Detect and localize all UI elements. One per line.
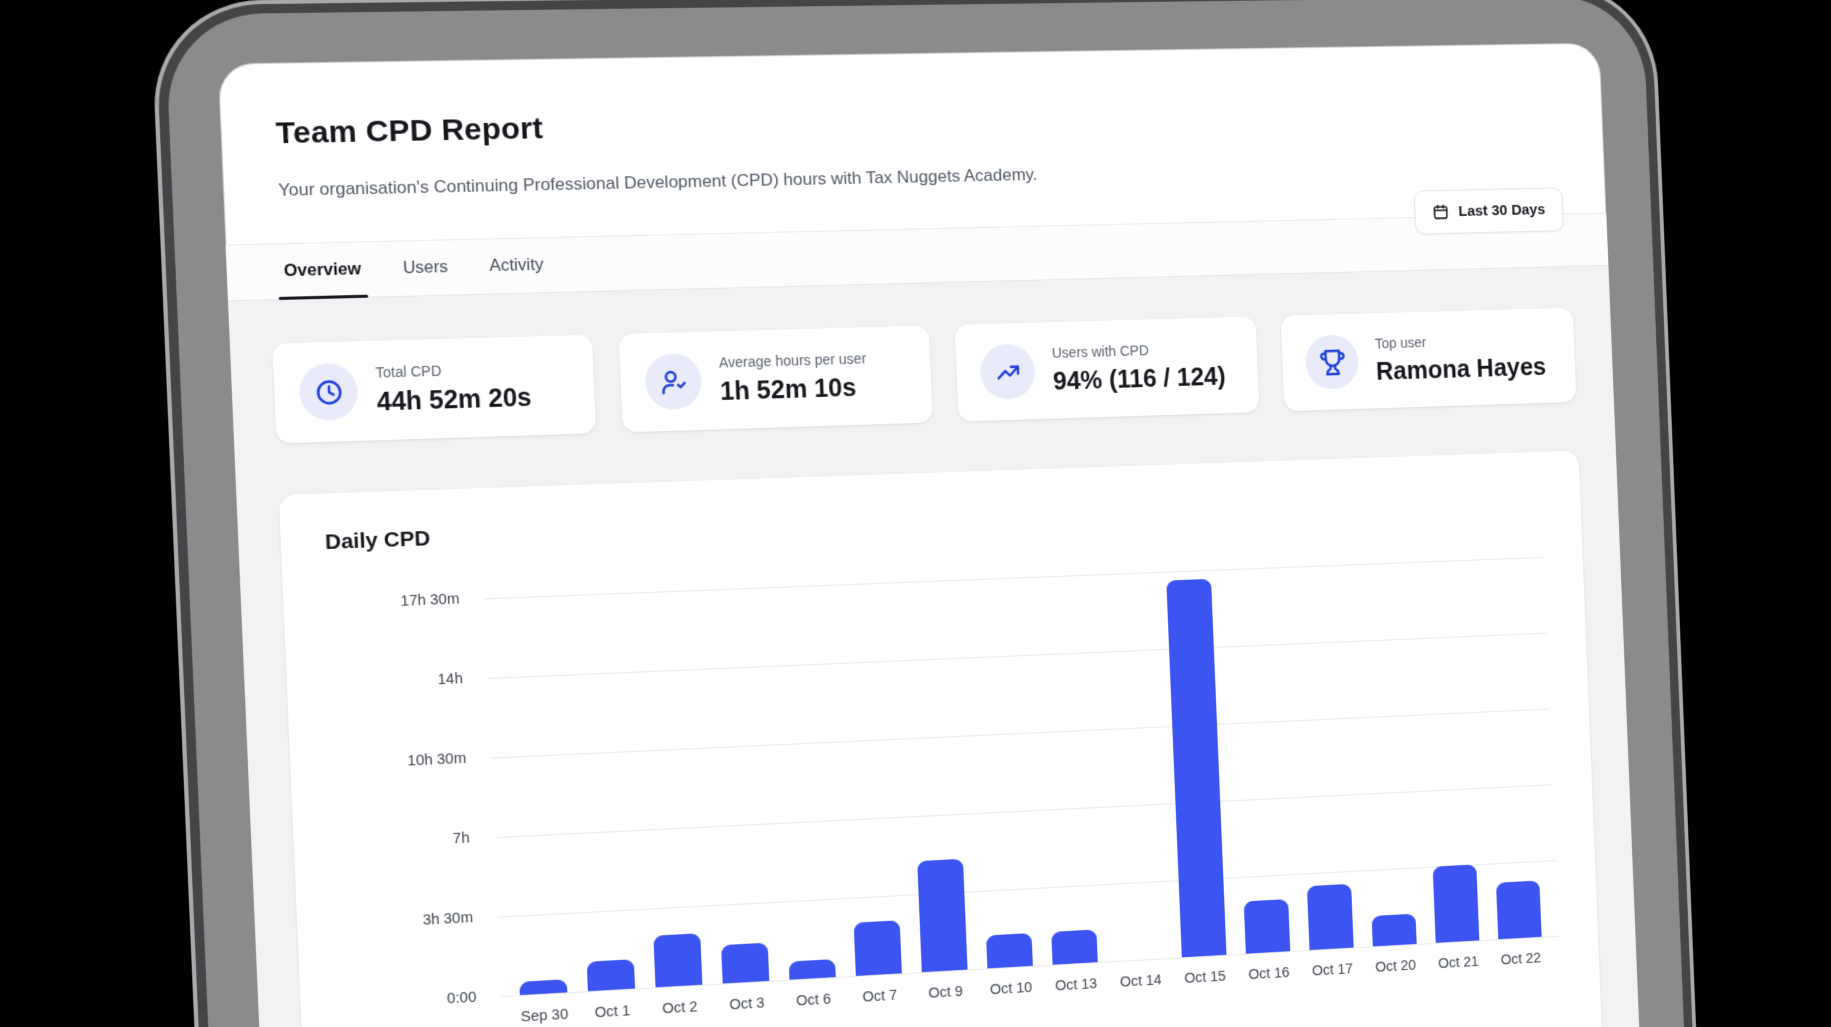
tab-users[interactable]: Users — [400, 240, 451, 295]
bar-sep-30 — [519, 979, 567, 995]
x-axis-tick: Oct 7 — [846, 987, 913, 1007]
bar-oct-17 — [1307, 884, 1354, 950]
chart-plot: 0:003h 30m7h10h 30m14h17h 30m — [484, 557, 1558, 996]
x-axis-tick: Oct 10 — [978, 979, 1044, 999]
bar-oct-6 — [789, 959, 836, 980]
stat-card-top-user: Top user Ramona Hayes — [1281, 308, 1577, 412]
stat-value: Ramona Hayes — [1376, 353, 1547, 386]
y-axis-tick: 14h — [331, 671, 463, 693]
page-subtitle: Your organisation's Continuing Professio… — [278, 163, 1054, 202]
bar-oct-2 — [653, 933, 702, 987]
stat-card-text: Average hours per user 1h 52m 10s — [719, 350, 868, 407]
x-axis-tick: Oct 9 — [912, 983, 978, 1003]
report-header: Team CPD Report Your organisation's Cont… — [218, 43, 1605, 203]
stat-card-users-with-cpd: Users with CPD 94% (116 / 124) — [955, 316, 1260, 421]
chart-title: Daily CPD — [325, 487, 1542, 555]
clock-icon — [298, 363, 358, 421]
bar-oct-20 — [1371, 913, 1416, 946]
y-axis-tick: 17h 30m — [327, 591, 459, 613]
trending-up-icon — [979, 343, 1036, 399]
y-axis-tick: 0:00 — [345, 989, 477, 1013]
stat-card-text: Top user Ramona Hayes — [1375, 330, 1547, 386]
stat-card-average-hours: Average hours per user 1h 52m 10s — [619, 325, 933, 432]
date-range-button[interactable]: Last 30 Days — [1414, 187, 1564, 234]
bar-oct-3 — [721, 943, 769, 984]
trophy-icon — [1305, 334, 1360, 390]
x-axis-tick: Oct 17 — [1300, 961, 1364, 980]
daily-cpd-card: Daily CPD 0:003h 30m7h10h 30m14h17h 30m … — [279, 450, 1603, 1027]
x-axis-tick: Oct 3 — [713, 994, 781, 1014]
overview-section: Total CPD 44h 52m 20s — [228, 266, 1658, 1027]
stat-label: Total CPD — [375, 359, 530, 381]
x-axis-tick: Oct 14 — [1108, 972, 1173, 992]
stat-card-text: Total CPD 44h 52m 20s — [375, 359, 532, 417]
page-title: Team CPD Report — [275, 92, 1560, 154]
y-axis-tick: 7h — [338, 830, 470, 853]
stat-value: 94% (116 / 124) — [1052, 362, 1226, 396]
stat-value: 1h 52m 10s — [720, 373, 869, 407]
y-axis-tick: 10h 30m — [334, 751, 466, 773]
bar-oct-16 — [1244, 899, 1291, 954]
bar-oct-13 — [1051, 929, 1098, 965]
app-screen: Team CPD Report Your organisation's Cont… — [218, 43, 1659, 1027]
stat-cards-row: Total CPD 44h 52m 20s — [272, 308, 1576, 444]
stat-card-total-cpd: Total CPD 44h 52m 20s — [272, 335, 596, 444]
stat-card-text: Users with CPD 94% (116 / 124) — [1052, 340, 1227, 397]
bar-oct-7 — [854, 920, 902, 976]
x-axis-tick: Oct 6 — [780, 991, 847, 1011]
tab-activity[interactable]: Activity — [486, 238, 546, 293]
stat-label: Users with CPD — [1052, 340, 1225, 362]
bar-oct-21 — [1433, 864, 1480, 943]
device-frame: Team CPD Report Your organisation's Cont… — [155, 0, 1714, 1027]
x-axis-tick: Oct 16 — [1237, 964, 1301, 983]
bar-oct-15 — [1166, 579, 1226, 958]
x-axis-tick: Oct 20 — [1364, 957, 1428, 976]
x-axis-tick: Oct 22 — [1489, 950, 1552, 969]
stat-label: Average hours per user — [719, 350, 867, 371]
bar-oct-1 — [587, 959, 636, 991]
stat-value: 44h 52m 20s — [376, 383, 532, 417]
y-axis-tick: 3h 30m — [341, 910, 473, 933]
x-axis-tick: Oct 21 — [1427, 953, 1490, 972]
calendar-icon — [1433, 204, 1450, 221]
x-axis-tick: Oct 1 — [578, 1002, 646, 1022]
bar-oct-10 — [986, 933, 1033, 969]
bar-oct-22 — [1496, 881, 1542, 940]
date-range-label: Last 30 Days — [1458, 201, 1545, 220]
stat-label: Top user — [1375, 330, 1546, 352]
page-background: Team CPD Report Your organisation's Cont… — [0, 0, 1831, 1027]
bar-oct-9 — [917, 858, 968, 972]
x-axis-tick: Oct 15 — [1173, 968, 1238, 988]
x-axis-tick: Oct 2 — [646, 998, 714, 1018]
daily-cpd-chart: 0:003h 30m7h10h 30m14h17h 30m — [484, 557, 1558, 996]
device-bezel: Team CPD Report Your organisation's Cont… — [165, 0, 1705, 1027]
user-check-icon — [644, 353, 702, 410]
x-axis-tick: Oct 13 — [1043, 975, 1109, 995]
x-axis-tick: Sep 30 — [510, 1006, 579, 1026]
chart-bars — [493, 557, 1551, 996]
tab-overview[interactable]: Overview — [281, 242, 365, 299]
